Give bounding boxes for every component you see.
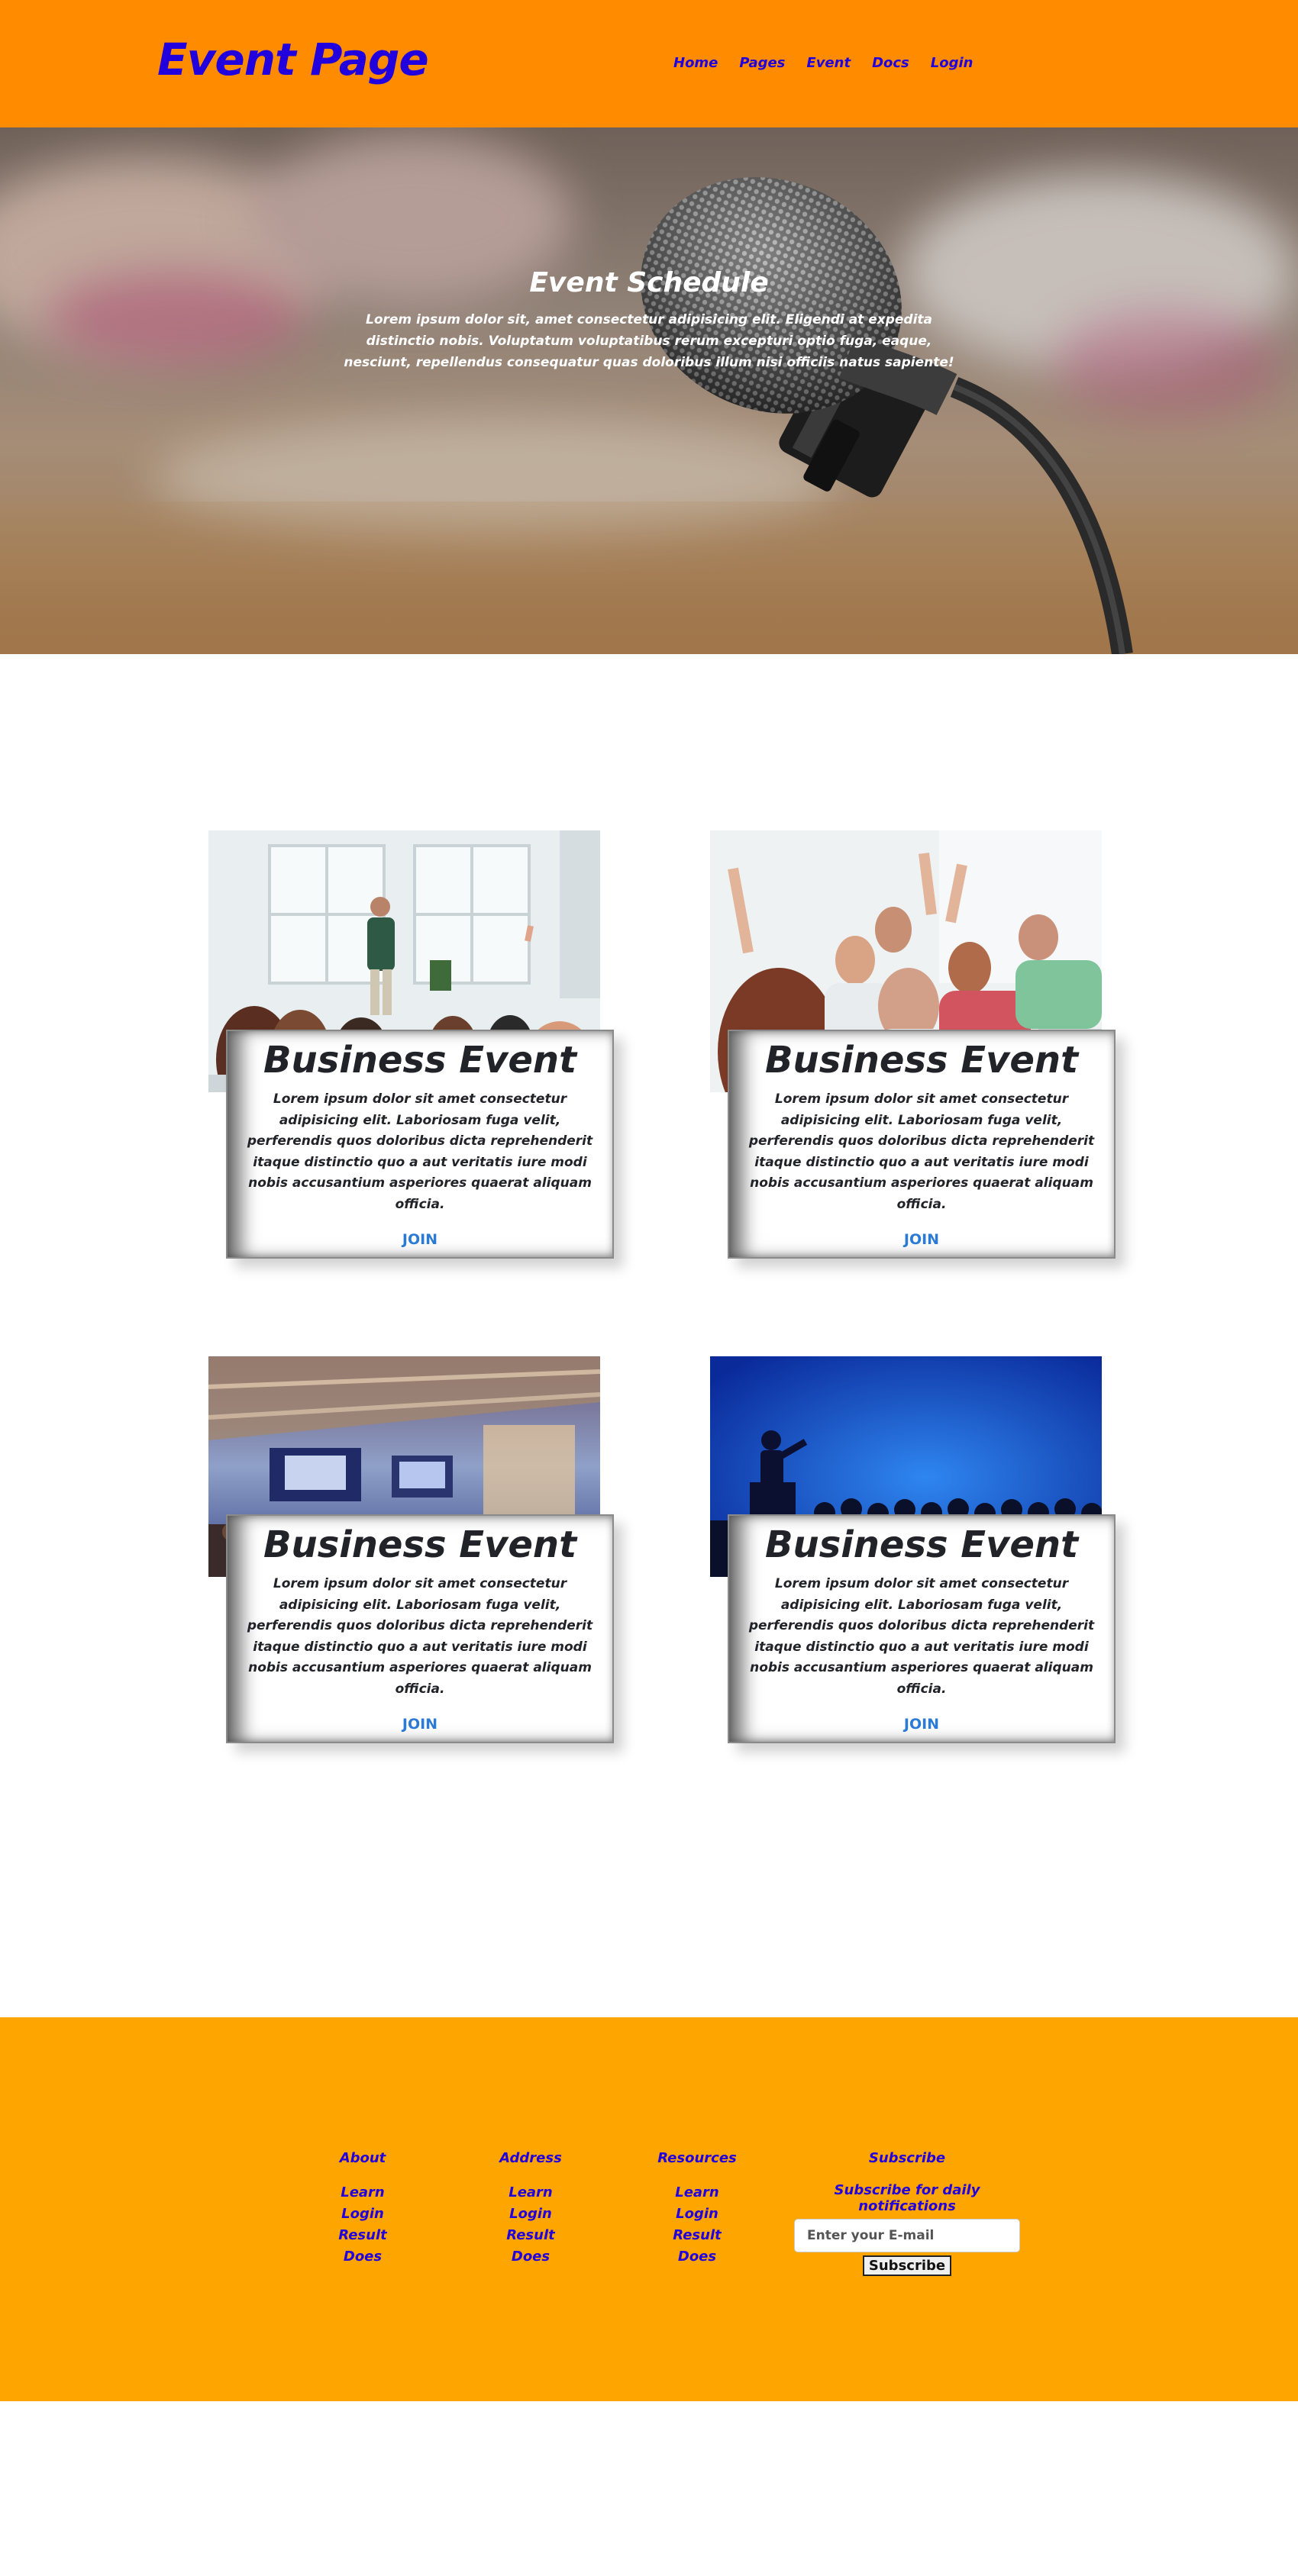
nav-docs[interactable]: Docs — [872, 55, 909, 71]
footer-link[interactable]: Result — [651, 2225, 743, 2246]
card-title: Business Event — [764, 1039, 1079, 1082]
footer-link[interactable]: Login — [489, 2204, 573, 2225]
card-description: Lorem ipsum dolor sit amet consectetur a… — [748, 1576, 1095, 1697]
footer-column-address: Address Learn Login Result Does — [489, 2150, 573, 2268]
footer-link[interactable]: Login — [328, 2204, 397, 2225]
subscribe-heading: Subscribe — [868, 2150, 946, 2166]
footer-link[interactable]: Result — [489, 2225, 573, 2246]
main-nav: Home Pages Event Docs Login — [673, 55, 994, 71]
footer-link[interactable]: Learn — [328, 2182, 397, 2204]
footer-heading: Address — [499, 2150, 562, 2166]
footer-link[interactable]: Result — [328, 2225, 397, 2246]
footer-subscribe: Subscribe Subscribe for daily notificati… — [794, 2150, 1020, 2276]
footer-link[interactable]: Does — [489, 2246, 573, 2268]
join-link[interactable]: JOIN — [729, 1231, 1114, 1248]
nav-login[interactable]: Login — [931, 55, 974, 71]
event-card: Business Event Lorem ipsum dolor sit ame… — [728, 1030, 1116, 1259]
microphone-image — [641, 177, 1133, 654]
subscribe-button[interactable]: Subscribe — [862, 2255, 952, 2276]
join-link[interactable]: JOIN — [228, 1716, 612, 1733]
footer-heading: Resources — [657, 2150, 737, 2166]
nav-pages[interactable]: Pages — [739, 55, 785, 71]
hero-section: Event Schedule Lorem ipsum dolor sit, am… — [0, 127, 1298, 654]
join-link[interactable]: JOIN — [729, 1716, 1114, 1733]
site-logo[interactable]: Event Page — [157, 34, 429, 85]
footer-heading: About — [339, 2150, 386, 2166]
footer-link[interactable]: Learn — [651, 2182, 743, 2204]
join-link[interactable]: JOIN — [228, 1231, 612, 1248]
card-description: Lorem ipsum dolor sit amet consectetur a… — [247, 1576, 593, 1697]
card-description: Lorem ipsum dolor sit amet consectetur a… — [748, 1091, 1095, 1212]
nav-home[interactable]: Home — [673, 55, 718, 71]
hero-title: Event Schedule — [529, 267, 769, 298]
card-title: Business Event — [263, 1523, 577, 1566]
email-input[interactable] — [794, 2219, 1020, 2252]
event-card: Business Event Lorem ipsum dolor sit ame… — [226, 1030, 614, 1259]
footer-link[interactable]: Learn — [489, 2182, 573, 2204]
event-card: Business Event Lorem ipsum dolor sit ame… — [226, 1514, 614, 1743]
site-footer — [0, 2017, 1298, 2401]
hero-description: Lorem ipsum dolor sit, amet consectetur … — [344, 312, 954, 370]
footer-column-resources: Resources Learn Login Result Does — [651, 2150, 743, 2268]
card-title: Business Event — [764, 1523, 1079, 1566]
subscribe-note: Subscribe for daily notifications — [834, 2182, 980, 2214]
site-header: Event Page Home Pages Event Docs Login — [0, 0, 1298, 127]
card-title: Business Event — [263, 1039, 577, 1082]
footer-link[interactable]: Does — [328, 2246, 397, 2268]
footer-link[interactable]: Does — [651, 2246, 743, 2268]
footer-link[interactable]: Login — [651, 2204, 743, 2225]
footer-column-about: About Learn Login Result Does — [328, 2150, 397, 2268]
nav-event[interactable]: Event — [806, 55, 851, 71]
card-description: Lorem ipsum dolor sit amet consectetur a… — [247, 1091, 593, 1212]
event-card: Business Event Lorem ipsum dolor sit ame… — [728, 1514, 1116, 1743]
